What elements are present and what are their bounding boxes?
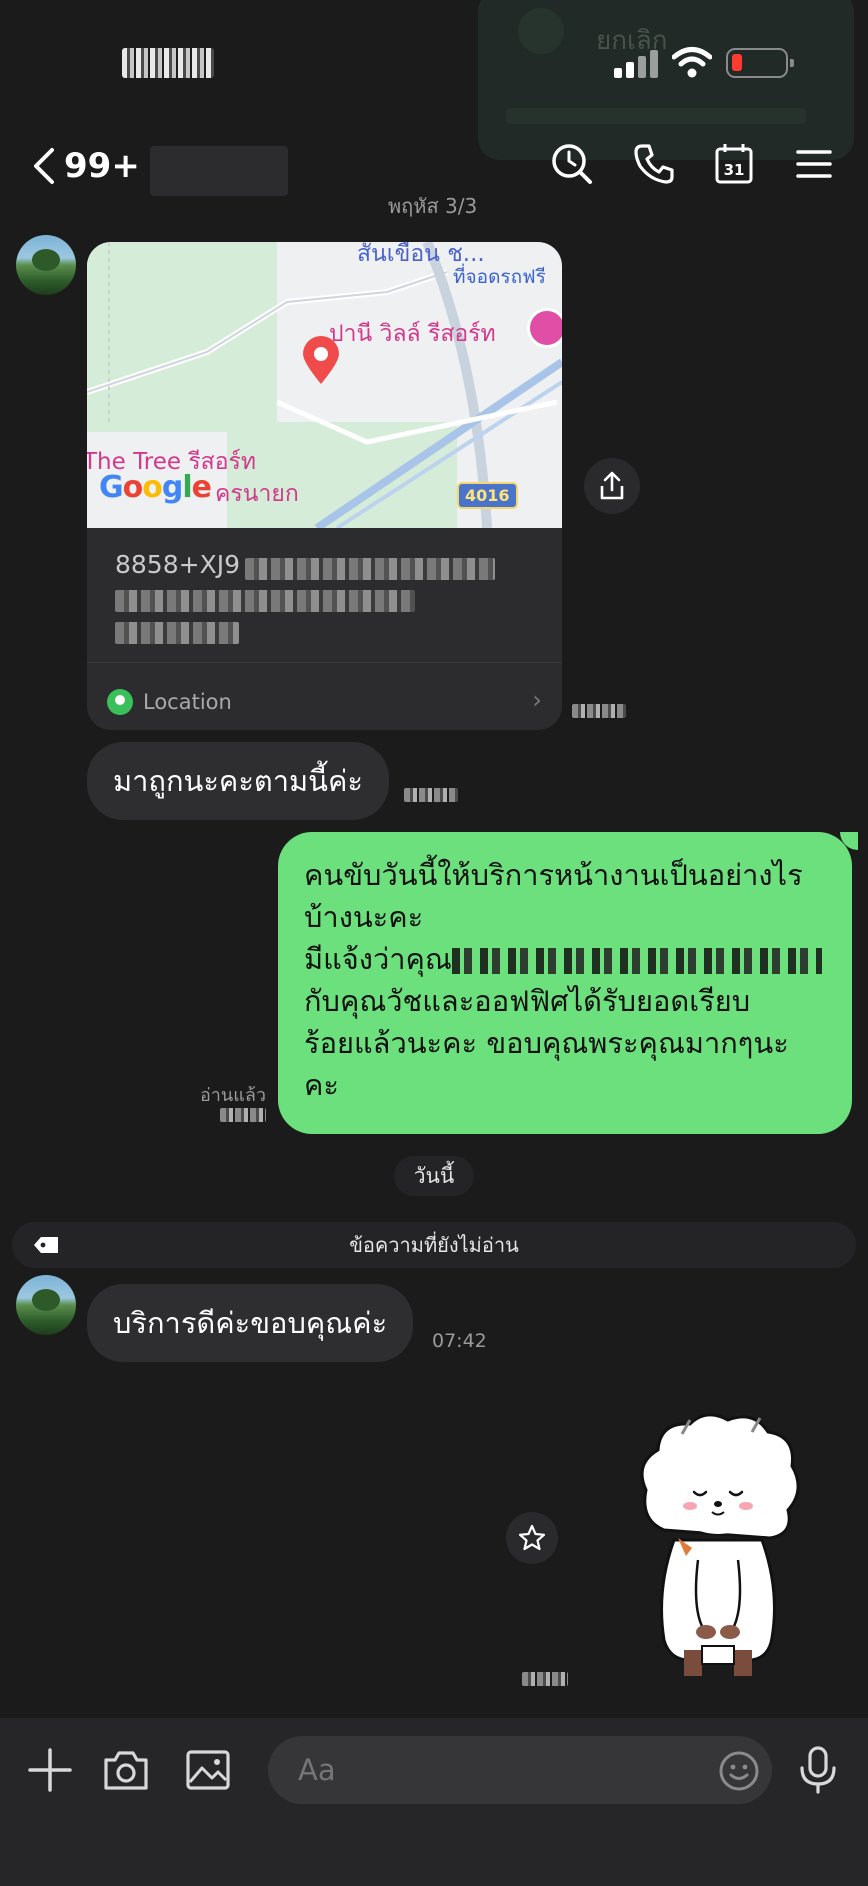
location-card[interactable]: สันเขื่อน ช... ที่จอดรถฟรี ปานี วิลล์ รี…	[87, 242, 562, 730]
message-bubble-incoming[interactable]: บริการดีค่ะขอบคุณค่ะ	[87, 1284, 414, 1362]
google-logo: Google	[99, 470, 212, 505]
menu-icon[interactable]	[790, 140, 838, 188]
address-code: 8858+XJ9	[115, 550, 240, 579]
emoji-icon[interactable]	[718, 1750, 760, 1792]
location-pin-icon	[107, 689, 133, 715]
road-number-badge: 4016	[457, 482, 518, 509]
message-line: คนขับวันนี้ให้บริการหน้างานเป็นอย่างไร	[304, 858, 803, 892]
svg-text:31: 31	[724, 161, 745, 179]
hotel-marker-icon	[527, 308, 562, 348]
redacted-text	[451, 948, 822, 974]
message-line: มีแจ้งว่าคุณ	[304, 942, 452, 976]
chevron-right-icon: ›	[532, 686, 542, 714]
location-footer[interactable]: Location	[107, 682, 232, 722]
message-line: ร้อยแล้วนะคะ ขอบคุณพระคุณมากๆนะ	[304, 1026, 789, 1060]
sticker-sheep[interactable]	[634, 1410, 802, 1680]
message-bubble-outgoing[interactable]: คนขับวันนี้ให้บริการหน้างานเป็นอย่างไร บ…	[278, 832, 858, 1134]
message-time-redacted	[404, 788, 458, 802]
message-time-redacted	[220, 1108, 266, 1122]
message-time: 07:42	[432, 1330, 487, 1352]
location-label: Location	[143, 690, 232, 714]
unread-count-badge[interactable]: 99+	[64, 144, 140, 188]
map-label-resort: ปานี วิลล์ รีสอร์ท	[329, 321, 496, 347]
chat-title-redacted	[150, 146, 288, 196]
favorite-sticker-button[interactable]	[506, 1512, 558, 1564]
phone-icon	[518, 8, 564, 54]
map-label-parking: ที่จอดรถฟรี	[453, 266, 546, 288]
status-time	[122, 48, 214, 78]
plus-icon[interactable]	[24, 1744, 76, 1796]
call-overlay[interactable]: ยกเลิก	[478, 0, 854, 160]
message-time-redacted	[572, 704, 626, 718]
message-input[interactable]	[268, 1736, 772, 1804]
message-line: บ้างนะคะ	[304, 900, 424, 934]
read-receipt: อ่านแล้ว	[200, 1085, 266, 1106]
avatar[interactable]	[16, 1275, 76, 1335]
star-icon	[518, 1524, 546, 1551]
image-icon[interactable]	[182, 1744, 234, 1796]
camera-icon[interactable]	[100, 1744, 152, 1796]
share-icon	[600, 471, 624, 500]
date-separator: พฤหัส 3/3	[388, 194, 478, 218]
message-line: กับคุณวัชและออฟฟิศได้รับยอดเรียบ	[304, 984, 751, 1018]
chat-screen: ยกเลิก 99+ 31 พฤหัส 3/3 สันเขื่อน ช... ท…	[0, 0, 868, 1886]
call-overlay-subline	[506, 108, 806, 124]
battery-icon	[726, 48, 794, 78]
avatar[interactable]	[16, 235, 76, 295]
signal-icon	[614, 48, 660, 78]
search-icon[interactable]	[548, 140, 596, 188]
address-area: 8858+XJ9	[87, 528, 562, 668]
date-separator-today: วันนี้	[394, 1156, 474, 1196]
redacted-address	[115, 589, 415, 612]
message-bubble-incoming[interactable]: มาถูกนะคะตามนี้ค่ะ	[87, 742, 389, 820]
tag-icon	[34, 1237, 58, 1253]
divider	[87, 662, 562, 663]
unread-banner-label: ข้อความที่ยังไม่อ่าน	[349, 1233, 519, 1257]
microphone-icon[interactable]	[792, 1744, 844, 1796]
wifi-icon	[671, 46, 713, 78]
call-icon[interactable]	[630, 140, 678, 188]
message-time-redacted	[522, 1672, 568, 1686]
map-pin-icon	[303, 336, 339, 384]
unread-banner: ข้อความที่ยังไม่อ่าน	[12, 1222, 856, 1268]
share-button[interactable]	[584, 458, 640, 514]
map-preview[interactable]: สันเขื่อน ช... ที่จอดรถฟรี ปานี วิลล์ รี…	[87, 242, 562, 528]
redacted-address	[245, 557, 496, 580]
message-line: คะ	[304, 1068, 339, 1102]
map-label-nakhon: ครนายก	[215, 481, 299, 507]
back-icon[interactable]	[26, 144, 66, 188]
redacted-address	[115, 621, 239, 644]
calendar-icon[interactable]: 31	[710, 140, 758, 188]
